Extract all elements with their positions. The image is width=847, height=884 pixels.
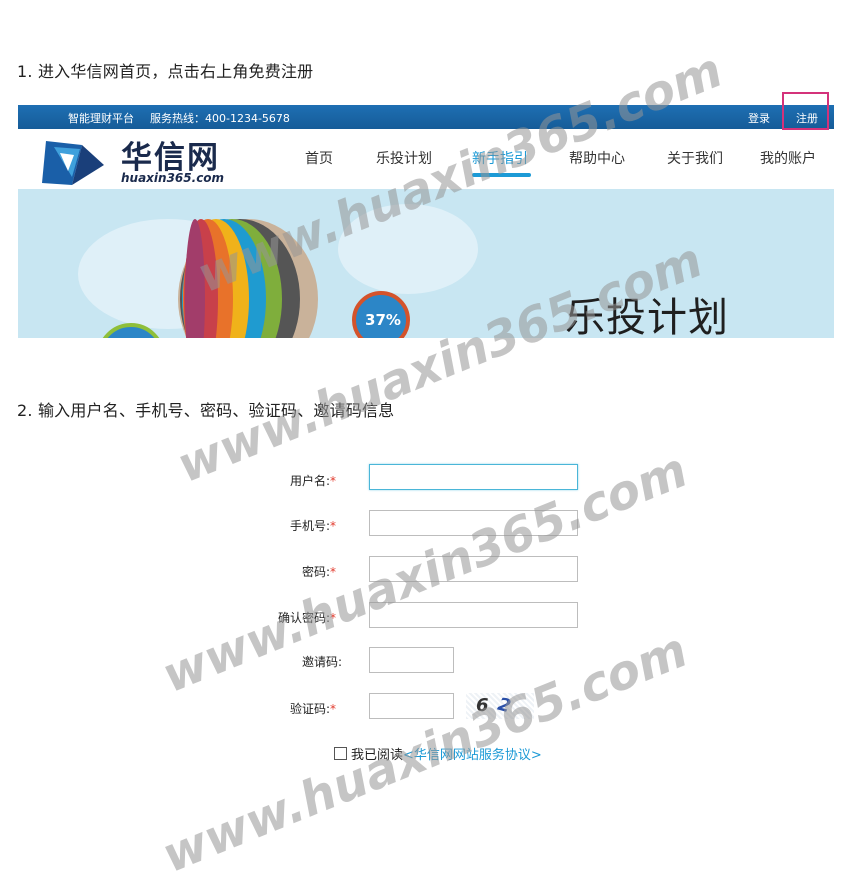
captcha-char-2: 2: [495, 693, 514, 718]
nav-help-center[interactable]: 帮助中心: [569, 148, 625, 168]
step-2-instruction: 2. 输入用户名、手机号、密码、验证码、邀请码信息: [17, 401, 395, 420]
username-input[interactable]: [369, 464, 578, 490]
top-bar: 智能理财平台 服务热线：400-1234-5678 登录 注册: [18, 105, 834, 129]
slogan: 智能理财平台: [68, 112, 134, 125]
login-link[interactable]: 登录: [748, 110, 770, 126]
nav-beginner-guide[interactable]: 新手指引: [472, 148, 528, 168]
banner-title: 乐投计划: [565, 295, 729, 338]
terms-link[interactable]: <华信网网站服务协议>: [403, 748, 542, 763]
confirm-password-input[interactable]: [369, 602, 578, 628]
phone-input[interactable]: [369, 510, 578, 536]
site-screenshot: 智能理财平台 服务热线：400-1234-5678 登录 注册 华信网 huax…: [18, 105, 834, 338]
logo-icon: [42, 141, 104, 185]
active-nav-underline: [472, 173, 531, 177]
password-label: 密码:*: [301, 565, 336, 579]
agreement-row: 我已阅读<华信网网站服务协议>: [334, 744, 542, 763]
hotline: 服务热线：400-1234-5678: [150, 112, 290, 125]
logo-domain: huaxin365.com: [121, 171, 225, 185]
phone-label: 手机号:*: [289, 519, 336, 533]
hero-banner: 37% 乐投计划: [18, 189, 834, 338]
nav-letou-plan[interactable]: 乐投计划: [376, 148, 432, 168]
progress-percent: 37%: [365, 311, 401, 329]
agree-text: 我已阅读: [351, 748, 404, 763]
captcha-char-1: 6: [476, 695, 489, 716]
nav-home[interactable]: 首页: [305, 148, 333, 168]
captcha-image[interactable]: 6 2: [466, 693, 534, 719]
captcha-input[interactable]: [369, 693, 454, 719]
captcha-label: 验证码:*: [289, 702, 336, 716]
invite-code-label: 邀请码:: [301, 655, 342, 669]
password-input[interactable]: [369, 556, 578, 582]
agree-checkbox[interactable]: [334, 747, 347, 760]
main-nav: 华信网 huaxin365.com 首页 乐投计划 新手指引 帮助中心 关于我们…: [18, 129, 834, 189]
username-label: 用户名:*: [289, 474, 336, 488]
register-highlight-box: [782, 92, 829, 130]
confirm-password-label: 确认密码:*: [277, 611, 336, 625]
invite-code-input[interactable]: [369, 647, 454, 673]
step-1-instruction: 1. 进入华信网首页，点击右上角免费注册: [17, 62, 314, 81]
nav-my-account[interactable]: 我的账户: [760, 148, 816, 168]
nav-about-us[interactable]: 关于我们: [667, 148, 723, 168]
